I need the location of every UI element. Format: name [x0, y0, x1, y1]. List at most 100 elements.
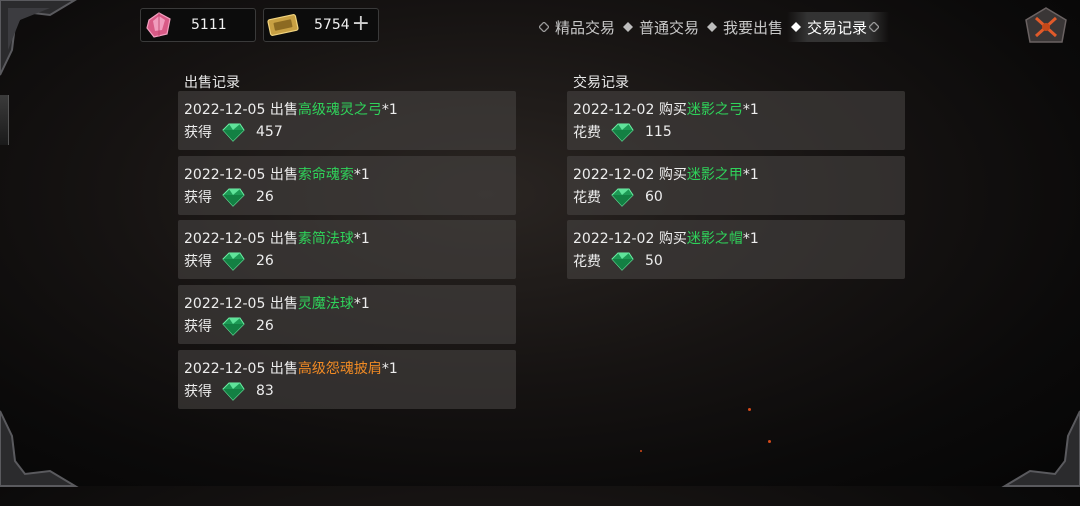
- record-description: 2022-12-02 购买迷影之甲*1: [573, 164, 759, 184]
- cost-amount: 115: [645, 124, 672, 140]
- cost-label: 花费: [573, 254, 601, 270]
- item-name: 高级魂灵之弓: [297, 102, 382, 118]
- record-action: 出售: [269, 167, 298, 183]
- add-ticket-button[interactable]: +: [352, 12, 370, 36]
- tab-sell[interactable]: 我要出售: [703, 12, 787, 42]
- item-qty: *1: [381, 102, 398, 118]
- tab-premium-trade[interactable]: 精品交易: [535, 12, 619, 42]
- record-gain: 获得 457: [184, 121, 283, 143]
- frame-corner-ornament: [1001, 410, 1080, 487]
- item-name: 高级怨魂披肩: [297, 361, 382, 377]
- tab-trade-records[interactable]: 交易记录: [787, 12, 890, 42]
- item-name: 素简法球: [297, 231, 354, 247]
- gain-amount: 26: [256, 189, 274, 205]
- gem-currency-display: 5111: [140, 8, 256, 42]
- trade-tabs: 精品交易 普通交易 我要出售 交易记录: [535, 12, 890, 42]
- item-qty: *1: [381, 361, 398, 377]
- cost-amount: 50: [645, 253, 663, 269]
- record-action: 出售: [269, 361, 298, 377]
- diamond-bullet-icon: [539, 22, 549, 32]
- record-description: 2022-12-02 购买迷影之帽*1: [573, 228, 759, 248]
- item-qty: *1: [742, 167, 759, 183]
- side-handle: [0, 95, 9, 145]
- sell-record-item: 2022-12-05 出售灵魔法球*1 获得 26: [178, 285, 516, 344]
- frame-corner-ornament: [0, 410, 79, 487]
- gain-label: 获得: [184, 384, 212, 400]
- record-action: 出售: [269, 231, 298, 247]
- gain-label: 获得: [184, 125, 212, 141]
- trade-record-item: 2022-12-02 购买迷影之甲*1 花费 60: [567, 156, 905, 215]
- ticket-count: 5754: [314, 17, 350, 33]
- record-date: 2022-12-02: [573, 231, 655, 247]
- diamond-bullet-icon: [707, 22, 718, 32]
- record-description: 2022-12-05 出售索命魂索*1: [184, 164, 370, 184]
- sell-record-item: 2022-12-05 出售高级魂灵之弓*1 获得 457: [178, 91, 516, 150]
- green-gem-icon: [611, 188, 634, 207]
- sell-record-item: 2022-12-05 出售高级怨魂披肩*1 获得 83: [178, 350, 516, 409]
- green-gem-icon: [222, 188, 245, 207]
- record-gain: 获得 26: [184, 250, 274, 272]
- record-description: 2022-12-05 出售高级魂灵之弓*1: [184, 99, 398, 119]
- record-date: 2022-12-02: [573, 167, 655, 183]
- green-gem-icon: [222, 252, 245, 271]
- cost-amount: 60: [645, 189, 663, 205]
- ember-particle: [748, 408, 751, 411]
- item-name: 灵魔法球: [297, 296, 354, 312]
- record-action: 购买: [658, 231, 687, 247]
- sell-records-title: 出售记录: [184, 75, 240, 91]
- tab-label: 精品交易: [555, 18, 616, 37]
- item-qty: *1: [742, 102, 759, 118]
- gold-ticket-icon: [267, 14, 299, 36]
- record-description: 2022-12-05 出售高级怨魂披肩*1: [184, 358, 398, 378]
- ticket-currency-display: 5754 +: [263, 8, 379, 42]
- item-qty: *1: [742, 231, 759, 247]
- green-gem-icon: [222, 123, 245, 142]
- trade-record-item: 2022-12-02 购买迷影之帽*1 花费 50: [567, 220, 905, 279]
- record-action: 出售: [269, 296, 298, 312]
- tab-label: 我要出售: [723, 18, 784, 37]
- cost-label: 花费: [573, 125, 601, 141]
- trade-record-item: 2022-12-02 购买迷影之弓*1 花费 115: [567, 91, 905, 150]
- diamond-bullet-icon: [869, 22, 880, 32]
- gain-amount: 457: [256, 124, 283, 140]
- sell-record-item: 2022-12-05 出售素简法球*1 获得 26: [178, 220, 516, 279]
- gain-label: 获得: [184, 319, 212, 335]
- item-name: 索命魂索: [297, 167, 354, 183]
- green-gem-icon: [222, 317, 245, 336]
- tab-normal-trade[interactable]: 普通交易: [619, 12, 703, 42]
- diamond-bullet-icon: [791, 22, 802, 32]
- record-date: 2022-12-05: [184, 296, 266, 312]
- record-description: 2022-12-05 出售灵魔法球*1: [184, 293, 370, 313]
- record-description: 2022-12-05 出售素简法球*1: [184, 228, 370, 248]
- tab-label: 交易记录: [807, 18, 868, 37]
- item-name: 迷影之弓: [686, 102, 743, 118]
- record-gain: 获得 26: [184, 315, 274, 337]
- gain-label: 获得: [184, 254, 212, 270]
- item-name: 迷影之帽: [686, 231, 743, 247]
- record-description: 2022-12-02 购买迷影之弓*1: [573, 99, 759, 119]
- pink-crystal-icon: [146, 12, 171, 38]
- item-qty: *1: [353, 231, 370, 247]
- gain-label: 获得: [184, 190, 212, 206]
- item-name: 迷影之甲: [686, 167, 743, 183]
- sell-record-item: 2022-12-05 出售索命魂索*1 获得 26: [178, 156, 516, 215]
- trade-records-title: 交易记录: [573, 75, 629, 91]
- gain-amount: 26: [256, 253, 274, 269]
- record-action: 购买: [658, 102, 687, 118]
- frame-corner-ornament: [0, 0, 77, 76]
- gain-amount: 26: [256, 318, 274, 334]
- record-date: 2022-12-05: [184, 167, 266, 183]
- gain-amount: 83: [256, 383, 274, 399]
- cost-label: 花费: [573, 190, 601, 206]
- tab-label: 普通交易: [639, 18, 700, 37]
- diamond-bullet-icon: [623, 22, 634, 32]
- record-date: 2022-12-05: [184, 361, 266, 377]
- record-cost: 花费 50: [573, 250, 663, 272]
- gem-count: 5111: [191, 17, 227, 33]
- green-gem-icon: [611, 123, 634, 142]
- record-gain: 获得 83: [184, 380, 274, 402]
- record-cost: 花费 60: [573, 186, 663, 208]
- record-date: 2022-12-05: [184, 102, 266, 118]
- crossed-swords-settings-icon[interactable]: [1022, 6, 1070, 46]
- green-gem-icon: [222, 382, 245, 401]
